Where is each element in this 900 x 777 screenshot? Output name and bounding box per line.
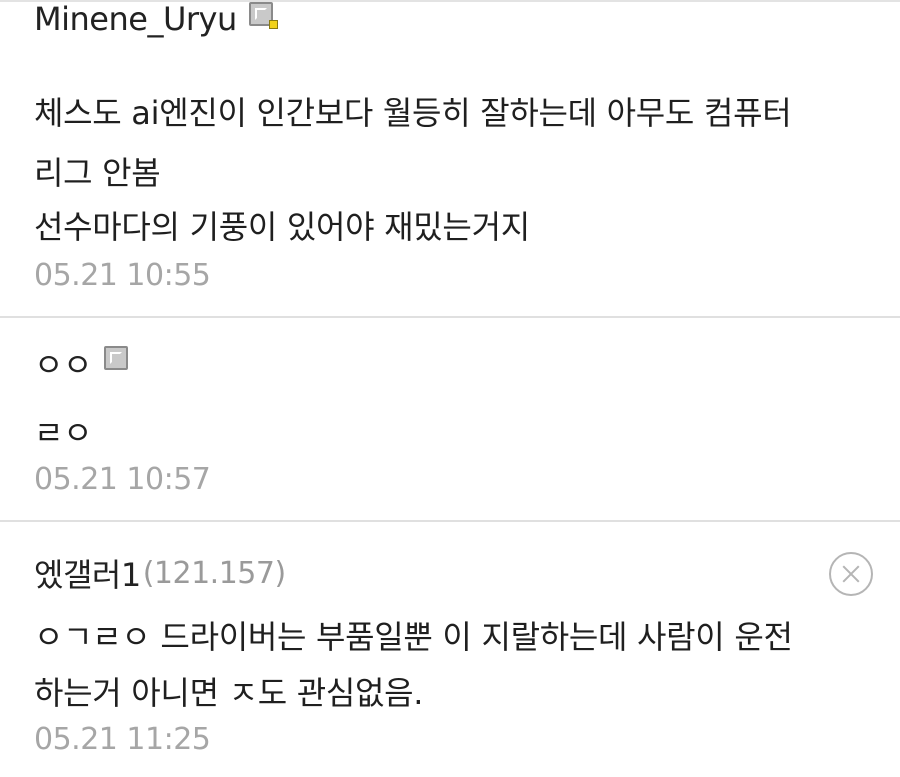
comment-timestamp: 05.21 10:55: [34, 258, 211, 293]
comment-text-line: 리그 안봄: [34, 154, 161, 192]
comment-text-line: 하는거 아니면 ㅈ도 관심없음.: [34, 674, 424, 712]
comment-divider: [0, 316, 900, 318]
comment-list: Minene_Uryu 체스도 ai엔진이 인간보다 월등히 잘하는데 아무도 …: [0, 0, 900, 777]
comment-text-line: 선수마다의 기풍이 있어야 재밌는거지: [34, 208, 530, 246]
mobile-device-icon: [103, 346, 132, 374]
comment-author[interactable]: 엤갤러1: [34, 550, 141, 596]
comment-timestamp: 05.21 10:57: [34, 462, 211, 497]
comment-divider: [0, 520, 900, 522]
mobile-device-icon: [248, 2, 278, 30]
comment-author-ip: (121.157): [142, 555, 286, 591]
comment-author[interactable]: ㅇㅇ: [34, 340, 92, 386]
comment-text-line: ㄹㅇ: [34, 414, 93, 452]
comment-author-row: ㅇㅇ: [34, 340, 132, 386]
comment-timestamp: 05.21 11:25: [34, 722, 211, 757]
delete-comment-button[interactable]: [829, 552, 873, 596]
comment-text-line: 체스도 ai엔진이 인간보다 월등히 잘하는데 아무도 컴퓨터: [34, 94, 792, 132]
comment-author[interactable]: Minene_Uryu: [34, 0, 237, 38]
comment-author-row: Minene_Uryu: [34, 0, 278, 38]
comment-author-row: 엤갤러1 (121.157): [34, 550, 286, 596]
comment-text-line: ㅇㄱㄹㅇ 드라이버는 부품일뿐 이 지랄하는데 사람이 운전: [34, 618, 793, 656]
